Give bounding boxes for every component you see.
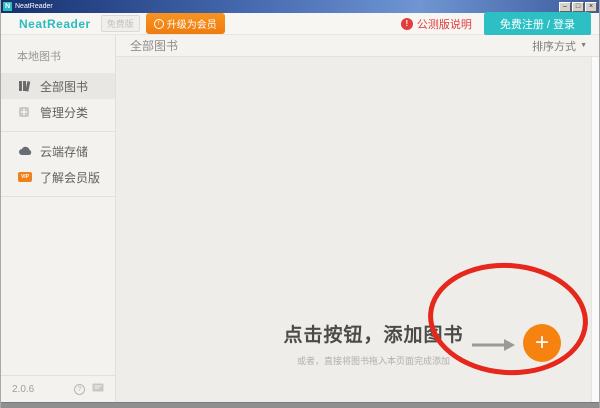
minimize-icon: –: [563, 3, 567, 10]
window-bottom-border: [1, 402, 599, 408]
vip-icon: VIP: [18, 172, 32, 182]
sidebar-item-all-books[interactable]: 全部图书: [1, 73, 115, 99]
register-login-button[interactable]: 免费注册 / 登录: [484, 12, 591, 36]
app-header: NeatReader 免费版 ↑ 升级为会员 ! 公测版说明 免费注册 / 登录: [1, 13, 599, 35]
sidebar-item-manage-categories[interactable]: 管理分类: [1, 99, 115, 125]
sidebar-item-cloud-storage[interactable]: 云端存储: [1, 138, 115, 164]
beta-note-link[interactable]: ! 公测版说明: [401, 16, 472, 32]
upgrade-member-button[interactable]: ↑ 升级为会员: [146, 13, 225, 34]
scrollbar[interactable]: [591, 57, 599, 402]
sidebar-footer: 2.0.6 ?: [1, 375, 115, 402]
empty-state-text: 点击按钮，添加图书 或者，直接将图书拖入本页面完成添加: [276, 320, 471, 367]
pointer-arrow-icon: [472, 338, 516, 357]
minimize-button[interactable]: –: [559, 2, 571, 12]
info-icon: !: [401, 18, 413, 30]
upgrade-member-label: 升级为会员: [167, 16, 217, 31]
feedback-icon[interactable]: [92, 380, 104, 398]
sort-label: 排序方式: [532, 38, 576, 54]
sidebar-item-label: 管理分类: [40, 104, 88, 121]
free-version-badge: 免费版: [101, 15, 140, 32]
main-header: 全部图书 排序方式 ▼: [116, 35, 599, 57]
sidebar: 本地图书 全部图书 管理分类 云端存储: [1, 35, 116, 402]
window-controls: – □ ×: [559, 2, 597, 12]
sidebar-section-local-books: 本地图书: [1, 35, 115, 73]
sidebar-divider: [1, 131, 115, 132]
app-window-icon: N: [3, 2, 12, 11]
library-content: 点击按钮，添加图书 或者，直接将图书拖入本页面完成添加 +: [116, 57, 599, 402]
maximize-button[interactable]: □: [572, 2, 584, 12]
sidebar-item-label: 全部图书: [40, 78, 88, 95]
close-icon: ×: [589, 3, 593, 10]
app-window: N NeatReader – □ × NeatReader 免费版 ↑ 升级为会…: [0, 0, 600, 408]
categories-icon: [18, 106, 32, 118]
empty-state-headline: 点击按钮，添加图书: [276, 320, 471, 347]
sidebar-item-label: 了解会员版: [40, 169, 100, 186]
app-window-icon-letter: N: [5, 3, 10, 10]
upgrade-arrow-icon: ↑: [154, 19, 164, 29]
sidebar-item-member-version[interactable]: VIP 了解会员版: [1, 164, 115, 190]
app-body: 本地图书 全部图书 管理分类 云端存储: [1, 35, 599, 402]
cloud-icon: [18, 146, 32, 156]
main-area: 全部图书 排序方式 ▼ 点击按钮，添加图书 或者，直接将图书拖入本页面完成添加 …: [116, 35, 599, 402]
footer-icons: ?: [74, 380, 104, 398]
books-icon: [18, 80, 32, 92]
maximize-icon: □: [576, 3, 580, 10]
version-label: 2.0.6: [12, 384, 34, 395]
add-book-button[interactable]: +: [523, 324, 561, 362]
close-button[interactable]: ×: [585, 2, 597, 12]
chevron-down-icon: ▼: [580, 42, 587, 49]
window-title: NeatReader: [15, 2, 53, 11]
sort-dropdown[interactable]: 排序方式 ▼: [532, 38, 587, 54]
empty-state-subtext: 或者，直接将图书拖入本页面完成添加: [276, 354, 471, 367]
sidebar-divider: [1, 196, 115, 197]
vip-icon-text: VIP: [18, 172, 32, 182]
app-header-right: ! 公测版说明 免费注册 / 登录: [401, 12, 591, 36]
sidebar-item-label: 云端存储: [40, 143, 88, 160]
page-title: 全部图书: [130, 37, 178, 54]
app-logo: NeatReader: [19, 17, 91, 31]
beta-note-label: 公测版说明: [417, 16, 472, 32]
help-icon[interactable]: ?: [74, 384, 85, 395]
